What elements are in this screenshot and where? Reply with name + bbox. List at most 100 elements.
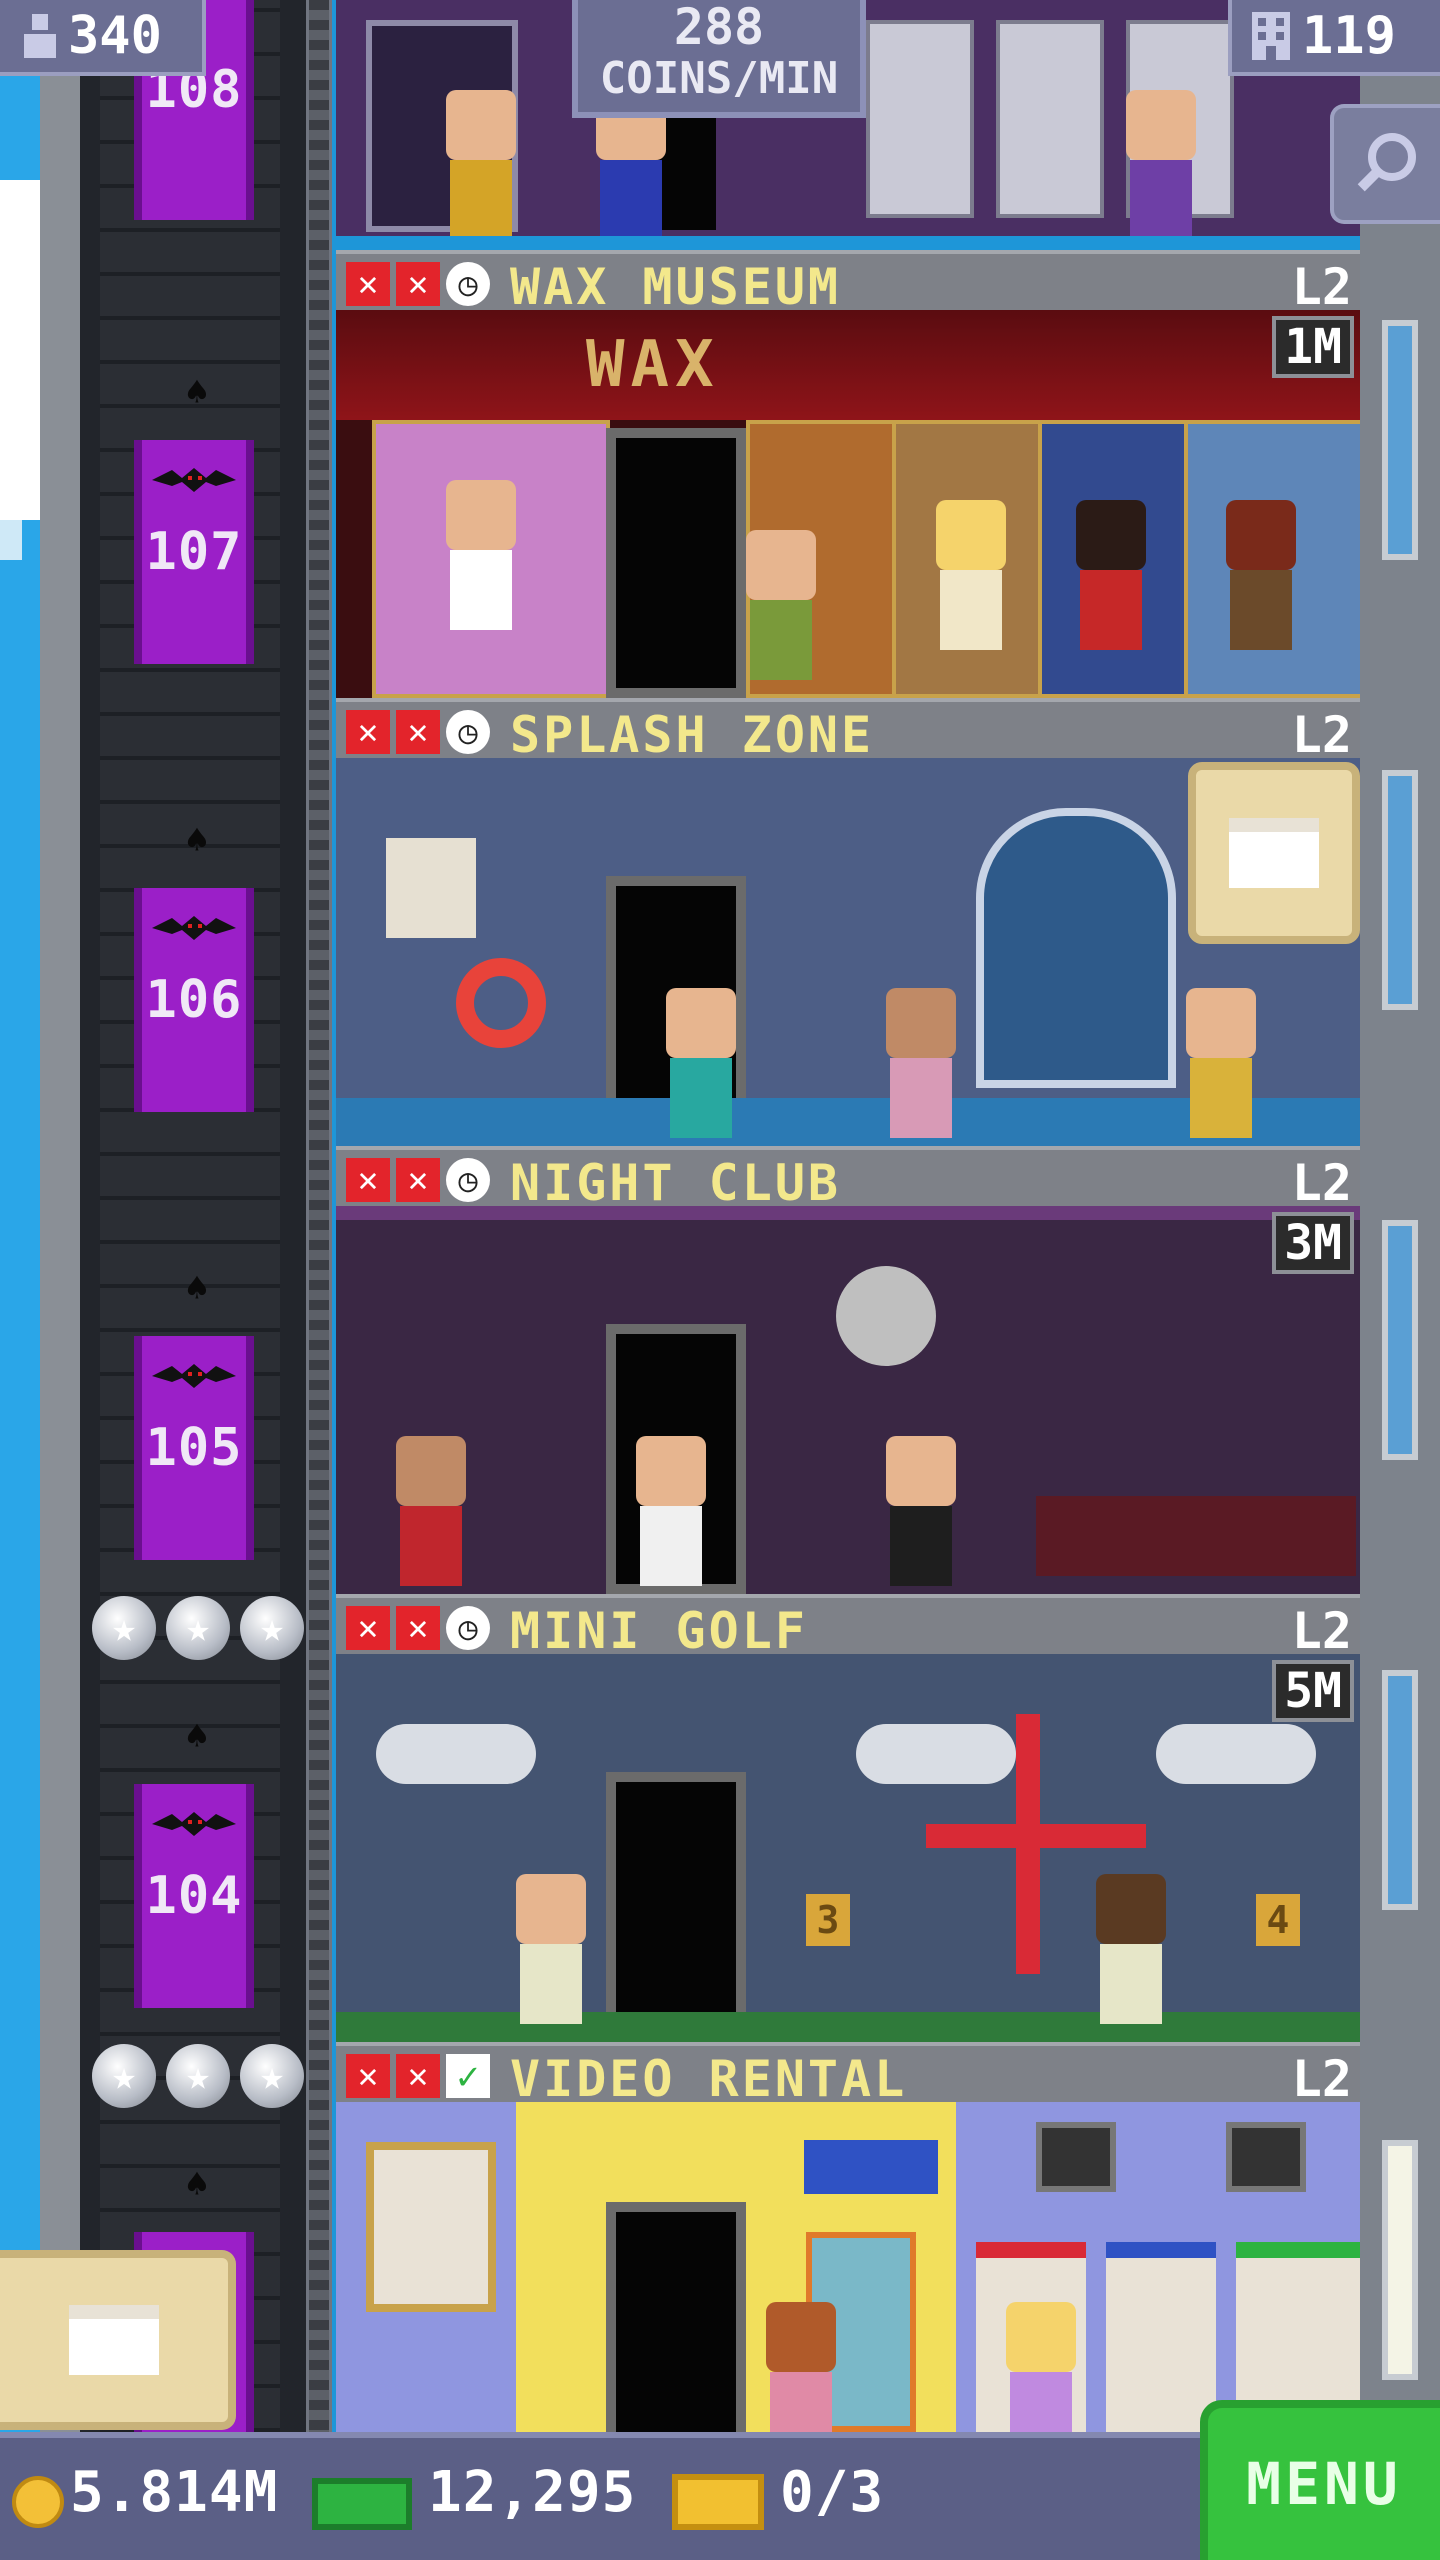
lounge-sofa: [1036, 1496, 1356, 1576]
tower-left-wall: [40, 0, 80, 2560]
floor-title-bar: ✕ ✕ ◷ SPLASH ZONE L2: [336, 698, 1360, 764]
elevator-car[interactable]: 107: [134, 440, 254, 664]
counterweight-icon: ♠: [185, 2162, 209, 2206]
gift-box-icon: [69, 2305, 159, 2375]
empty-slot-x-icon: ✕: [346, 1606, 390, 1650]
door: [606, 2202, 746, 2432]
floor-scene: WAX 1M: [336, 310, 1360, 698]
bat-icon: [152, 1812, 236, 1836]
tv-screen: [1226, 2122, 1306, 2192]
tickets-value: 0/3: [780, 2460, 885, 2525]
ceiling-trim: [336, 1206, 1360, 1220]
elevator-car[interactable]: 106: [134, 888, 254, 1112]
elevator-car[interactable]: 105: [134, 1336, 254, 1560]
bitizen[interactable]: [506, 1874, 596, 2024]
floor-name: SPLASH ZONE: [510, 706, 875, 764]
floor-level: L2: [1291, 1154, 1352, 1212]
floor-counter[interactable]: 119: [1228, 0, 1440, 76]
bitizen[interactable]: [626, 1436, 716, 1586]
clock-icon: ◷: [446, 1158, 490, 1202]
window: [1382, 2140, 1418, 2380]
population-counter[interactable]: 340: [0, 0, 206, 76]
floor-video-rental[interactable]: ✕ ✕ ✓ VIDEO RENTAL L2: [336, 2042, 1360, 2432]
floor-rating-stars: ★ ★ ★: [92, 2044, 306, 2114]
window: [1382, 1670, 1418, 1910]
window: [1382, 320, 1418, 560]
elevator-floor-number: 107: [145, 522, 243, 582]
floor-mini-golf[interactable]: ✕ ✕ ◷ MINI GOLF L2 5M 3 4: [336, 1594, 1360, 2042]
floor-night-club[interactable]: ✕ ✕ ◷ NIGHT CLUB L2 3M: [336, 1146, 1360, 1594]
bitizen[interactable]: [386, 1436, 476, 1586]
tv-screen: [1036, 2122, 1116, 2192]
bitizen[interactable]: [996, 2302, 1086, 2432]
bitizen[interactable]: [436, 90, 526, 236]
elevator-floor-number: 106: [145, 970, 243, 1030]
coins-per-minute-label: COINS/MIN: [599, 53, 839, 104]
star-icon: ★: [92, 1596, 156, 1660]
wax-figure: [1066, 500, 1156, 650]
cloud-prop: [376, 1724, 536, 1784]
building-icon: [1252, 12, 1290, 60]
coin-icon: [12, 2476, 64, 2528]
bitizen[interactable]: [1116, 90, 1206, 236]
empty-slot-x-icon: ✕: [346, 262, 390, 306]
floor-cost-badge: 5M: [1272, 1660, 1354, 1722]
hole-number-sign: 3: [806, 1894, 850, 1946]
population-value: 340: [68, 6, 162, 66]
clock-icon: ◷: [446, 1606, 490, 1650]
clock-icon: ◷: [446, 710, 490, 754]
tower-bux-icon: [312, 2478, 412, 2530]
putting-green: [336, 2012, 1360, 2042]
bitizen[interactable]: [876, 1436, 966, 1586]
empty-slot-x-icon: ✕: [396, 2054, 440, 2098]
movie-poster: [366, 2142, 496, 2312]
floor-wax-museum[interactable]: ✕ ✕ ◷ WAX MUSEUM L2 WAX 1M: [336, 250, 1360, 698]
empty-slot-x-icon: ✕: [346, 1158, 390, 1202]
slot-machine: [866, 20, 974, 218]
search-button[interactable]: [1330, 104, 1440, 224]
bitizen[interactable]: [736, 530, 826, 680]
floor-name: MINI GOLF: [510, 1602, 808, 1660]
counterweight-icon: ♠: [185, 818, 209, 862]
life-ring-icon: [456, 958, 546, 1048]
window: [1382, 1220, 1418, 1460]
bitizen[interactable]: [656, 988, 746, 1138]
floor-level: L2: [1291, 2050, 1352, 2108]
cloud: [0, 180, 40, 520]
bat-icon: [152, 916, 236, 940]
gift-button[interactable]: [1188, 762, 1360, 944]
windmill-blade: [926, 1824, 1146, 1848]
floor-count-value: 119: [1302, 6, 1396, 66]
cloud-prop: [1156, 1724, 1316, 1784]
bat-icon: [152, 1364, 236, 1388]
star-icon: ★: [166, 2044, 230, 2108]
gift-button[interactable]: [0, 2250, 236, 2430]
star-icon: ★: [92, 2044, 156, 2108]
empty-slot-x-icon: ✕: [396, 262, 440, 306]
video-shelf: [1106, 2242, 1216, 2432]
counterweight-icon: ♠: [185, 370, 209, 414]
bat-icon: [152, 468, 236, 492]
floor-scene: [336, 2102, 1360, 2432]
floor-scene: 3M: [336, 1206, 1360, 1594]
bitizen[interactable]: [756, 2302, 846, 2432]
ticket-sign: [796, 2132, 946, 2202]
floor-name: WAX MUSEUM: [510, 258, 842, 316]
floor-title-bar: ✕ ✕ ◷ WAX MUSEUM L2: [336, 250, 1360, 316]
floor-scene: 5M 3 4: [336, 1654, 1360, 2042]
floor-title-bar: ✕ ✕ ✓ VIDEO RENTAL L2: [336, 2042, 1360, 2108]
floor-title-bar: ✕ ✕ ◷ NIGHT CLUB L2: [336, 1146, 1360, 1212]
elevator-floor-number: 104: [145, 1866, 243, 1926]
bitizen[interactable]: [1176, 988, 1266, 1138]
notice-board: [386, 838, 476, 938]
window-arch: [976, 808, 1176, 1088]
menu-button[interactable]: MENU: [1200, 2400, 1440, 2560]
empty-slot-x-icon: ✕: [396, 710, 440, 754]
coins-value: 5.814M: [70, 2460, 279, 2525]
cloud: [0, 520, 22, 560]
elevator-car[interactable]: 104: [134, 1784, 254, 2008]
bitizen[interactable]: [1086, 1874, 1176, 2024]
floor-level: L2: [1291, 258, 1352, 316]
bitizen[interactable]: [876, 988, 966, 1138]
empty-slot-x-icon: ✕: [346, 2054, 390, 2098]
